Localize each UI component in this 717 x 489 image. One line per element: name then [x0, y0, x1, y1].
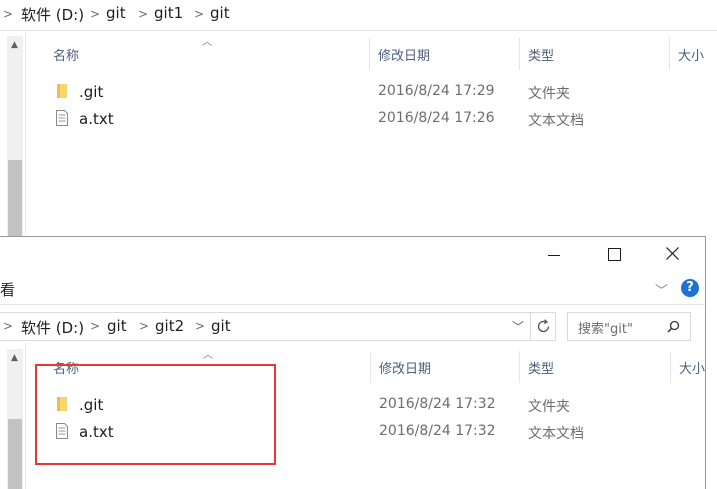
file-modified: 2016/8/24 17:29 [378, 83, 495, 99]
file-row[interactable]: a.txt 2016/8/24 17:26 文本文档 [50, 107, 717, 131]
sort-ascending-icon: ︿ [203, 350, 213, 361]
chevron-right-icon: > [3, 319, 14, 333]
pane-divider [25, 31, 26, 236]
breadcrumb-drive[interactable]: 软件 (D:) [21, 317, 84, 338]
column-header-size[interactable]: 大小 [678, 45, 704, 64]
breadcrumb-current[interactable]: git [211, 317, 231, 335]
breadcrumb-drive[interactable]: 软件 (D:) [21, 4, 84, 25]
folder-icon [57, 84, 67, 98]
file-name[interactable]: a.txt [79, 110, 114, 128]
close-button[interactable] [666, 247, 679, 260]
breadcrumb-git[interactable]: git [107, 317, 127, 335]
refresh-button[interactable] [531, 312, 556, 341]
refresh-icon [537, 319, 550, 333]
breadcrumb-git2[interactable]: git2 [155, 317, 184, 335]
file-type: 文件夹 [528, 86, 570, 102]
file-modified: 2016/8/24 17:32 [379, 423, 496, 439]
scroll-up-icon[interactable]: ▲ [11, 40, 18, 50]
breadcrumb-git1[interactable]: git1 [154, 4, 183, 22]
ribbon-divider [0, 304, 705, 305]
history-dropdown-icon[interactable]: ﹀ [512, 318, 524, 335]
column-header-type[interactable]: 类型 [528, 45, 554, 64]
column-divider[interactable] [669, 38, 670, 70]
scroll-up-icon[interactable]: ▲ [11, 353, 18, 363]
sort-ascending-icon: ︿ [202, 37, 212, 48]
nav-scrollbar[interactable]: ▲ [7, 36, 23, 236]
chevron-right-icon: > [90, 319, 101, 333]
file-row[interactable]: .git 2016/8/24 17:29 文件夹 [50, 80, 717, 104]
chevron-right-icon: > [194, 7, 205, 21]
breadcrumb-git[interactable]: git [106, 4, 126, 22]
maximize-button[interactable] [608, 248, 621, 261]
column-divider[interactable] [519, 351, 520, 383]
column-header-name[interactable]: 名称 [53, 45, 79, 64]
window-git2: 看 ﹀ ? > 软件 (D:) > git > git2 > git ﹀ 搜索"… [0, 236, 706, 489]
highlight-box [35, 364, 276, 465]
column-header-modified[interactable]: 修改日期 [379, 358, 431, 377]
file-type: 文本文档 [528, 113, 584, 129]
column-header-type[interactable]: 类型 [528, 358, 554, 377]
pane-divider [25, 343, 26, 489]
chevron-right-icon: > [139, 319, 150, 333]
breadcrumb-current[interactable]: git [210, 4, 230, 22]
column-divider[interactable] [370, 351, 371, 383]
chevron-right-icon: > [3, 7, 14, 21]
ribbon-tab-view[interactable]: 看 [0, 279, 15, 300]
help-icon[interactable]: ? [681, 279, 699, 297]
file-type: 文件夹 [528, 399, 570, 415]
chevron-right-icon: > [195, 319, 206, 333]
column-header-modified[interactable]: 修改日期 [378, 45, 430, 64]
file-modified: 2016/8/24 17:26 [378, 110, 495, 126]
column-divider[interactable] [519, 38, 520, 70]
minimize-button[interactable] [548, 255, 560, 256]
expand-ribbon-icon[interactable]: ﹀ [655, 280, 668, 299]
scroll-thumb[interactable] [8, 160, 22, 236]
window-git1: > 软件 (D:) > git > git1 > git ▲ ︿ 名称 修改日期… [0, 0, 717, 236]
column-header-size[interactable]: 大小 [679, 358, 705, 377]
nav-scrollbar[interactable]: ▲ [7, 349, 23, 489]
search-icon[interactable] [667, 320, 680, 333]
search-box[interactable]: 搜索"git" [567, 312, 691, 341]
chevron-right-icon: > [90, 7, 101, 21]
address-bar[interactable]: > 软件 (D:) > git > git1 > git [0, 0, 717, 30]
file-name[interactable]: .git [79, 83, 103, 101]
address-bar[interactable]: > 软件 (D:) > git > git2 > git ﹀ [0, 312, 531, 341]
column-divider[interactable] [670, 351, 671, 383]
scroll-thumb[interactable] [8, 419, 22, 489]
text-file-icon [56, 110, 68, 126]
search-placeholder: 搜索"git" [578, 322, 633, 337]
file-modified: 2016/8/24 17:32 [379, 396, 496, 412]
file-type: 文本文档 [528, 426, 584, 442]
column-divider[interactable] [369, 38, 370, 70]
address-divider [0, 30, 717, 31]
chevron-right-icon: > [138, 7, 149, 21]
